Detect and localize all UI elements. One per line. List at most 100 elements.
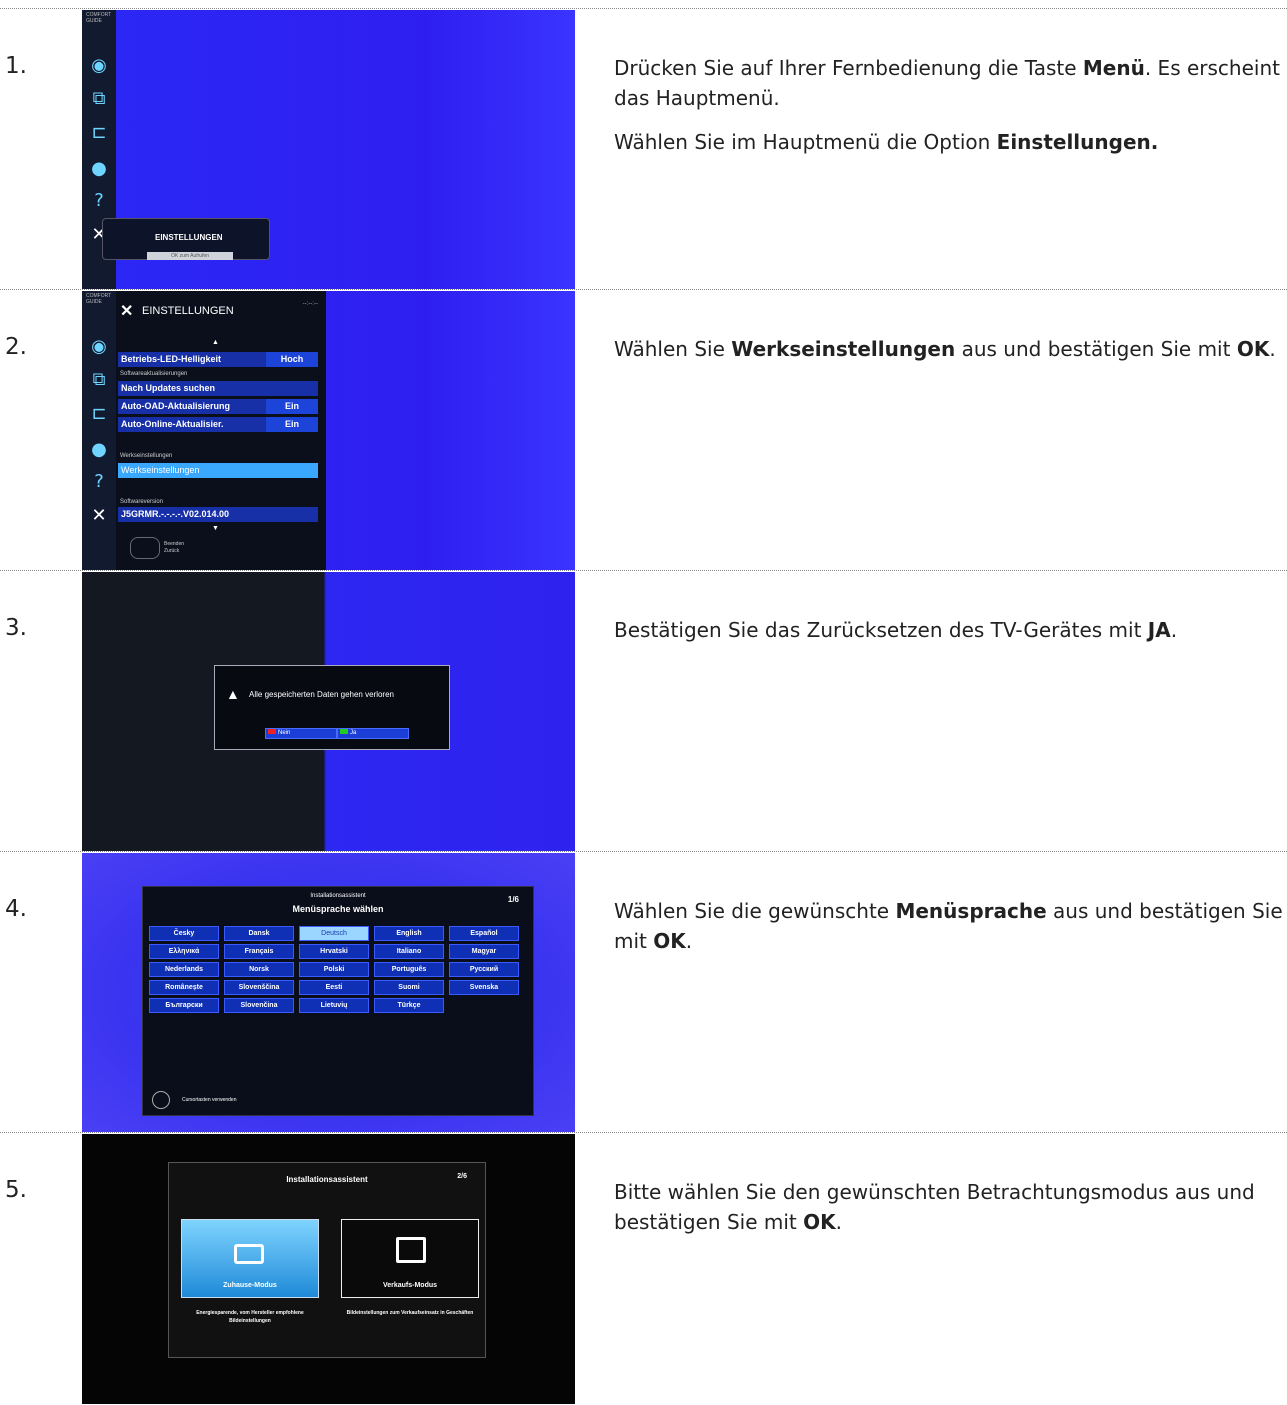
cursor-keys-icon [152,1091,170,1109]
step-1-description: Drücken Sie auf Ihrer Fernbedienung die … [614,53,1284,171]
media-icon: ⧉ [92,88,106,109]
scroll-down-icon: ▼ [212,525,219,532]
dialog-title: Installationsassistent [286,1175,368,1184]
confirm-dialog: ▲ Alle gespeicherten Daten gehen verlore… [214,665,450,750]
scroll-up-icon: ▲ [212,339,219,346]
language-option[interactable]: Español [449,926,519,941]
mode-dialog: Installationsassistent 2/6 Zuhause-Modus… [168,1162,486,1358]
language-option[interactable]: Norsk [224,962,294,977]
popup-hint: OK zum Aufrufen [147,252,233,260]
tools-icon: ✕ [120,303,134,320]
step-2-row: 2. COMFORT GUIDE ◉ ⧉ ⊏ ● ? ✕ ✕ EINSTELLU… [0,289,1287,570]
step-2-para-1: Wählen Sie Werkseinstellungen aus und be… [614,337,1276,361]
dialog-message: Alle gespeicherten Daten gehen verloren [249,690,394,699]
step-5-row: 5. Installationsassistent 2/6 Zuhause-Mo… [0,1132,1287,1405]
shop-mode-card[interactable]: Verkaufs-Modus [341,1219,479,1298]
step-number: 2. [5,334,27,360]
step-5-screenshot: Installationsassistent 2/6 Zuhause-Modus… [82,1134,575,1404]
comfort-guide-logo: COMFORT GUIDE [86,12,112,24]
menu-title: EINSTELLUNGEN [142,305,234,317]
book-icon: ⊏ [91,122,107,143]
step-1-screenshot: COMFORT GUIDE ◉ ⧉ ⊏ ● ? ✕ EINSTELLUNGEN … [82,10,575,289]
language-option[interactable]: Slovenčina [224,998,294,1013]
page-indicator: 2/6 [457,1173,467,1180]
language-option[interactable]: Русский [449,962,519,977]
step-number: 3. [5,615,27,641]
language-option[interactable]: Ελληνικά [149,944,219,959]
page-indicator: 1/6 [507,895,519,904]
media-icon: ⧉ [92,369,106,390]
menu-caption: Werkseinstellungen [120,453,173,459]
menu-row[interactable]: Betriebs-LED-Helligkeit Hoch [118,352,318,367]
step-2-screenshot: COMFORT GUIDE ◉ ⧉ ⊏ ● ? ✕ ✕ EINSTELLUNGE… [82,291,575,570]
step-4-screenshot: Installationsassistent Menüsprache wähle… [82,853,575,1132]
step-3-row: 3. ▲ Alle gespeicherten Daten gehen verl… [0,570,1287,851]
source-icon: ◉ [91,336,107,357]
home-mode-card[interactable]: Zuhause-Modus [181,1219,319,1298]
language-option[interactable]: Eesti [299,980,369,995]
cursor-hint: Cursortasten verwenden [182,1097,237,1103]
language-option[interactable]: Românește [149,980,219,995]
language-option[interactable]: Dansk [224,926,294,941]
step-4-para-1: Wählen Sie die gewünschte Menüsprache au… [614,899,1283,953]
home-icon [234,1244,264,1264]
language-option[interactable]: Česky [149,926,219,941]
warning-icon: ▲ [226,686,240,702]
step-1-row: 1. COMFORT GUIDE ◉ ⧉ ⊏ ● ? ✕ EINSTELLUNG… [0,8,1287,289]
menu-row[interactable]: Auto-OAD-Aktualisierung Ein [118,399,318,414]
language-option[interactable]: Italiano [374,944,444,959]
shop-icon [396,1237,426,1263]
step-4-description: Wählen Sie die gewünschte Menüsprache au… [614,896,1284,970]
menu-row[interactable]: Nach Updates suchen [118,381,318,396]
help-icon: ? [94,471,104,492]
menu-caption: Softwareversion [120,499,164,505]
footer-hints: Beenden Zurück [164,541,185,554]
dialog-title: Menüsprache wählen [292,904,384,914]
menu-caption: Softwareaktualisierungen [120,371,188,377]
tv-sidebar: COMFORT GUIDE ◉ ⧉ ⊏ ● ? ✕ [82,291,116,570]
step-5-para-1: Bitte wählen Sie den gewünschten Betrach… [614,1180,1255,1234]
step-1-para-2: Wählen Sie im Hauptmenü die Option Einst… [614,130,1159,154]
language-option[interactable]: Français [224,944,294,959]
tools-icon: ✕ [91,505,107,526]
language-option[interactable]: Slovenščina [224,980,294,995]
shop-mode-description: Bildeinstellungen zum Verkaufseinsatz in… [346,1310,474,1316]
step-1-para-1: Drücken Sie auf Ihrer Fernbedienung die … [614,56,1280,110]
dialog-subtitle: Installationsassistent [310,893,366,899]
language-option[interactable]: Polski [299,962,369,977]
menu-row-selected[interactable]: Werkseinstellungen [118,463,318,478]
language-option[interactable]: Български [149,998,219,1013]
popup-label: EINSTELLUNGEN [155,233,223,242]
home-mode-description: Energiesparende, vom Hersteller empfohle… [196,1310,304,1324]
language-option[interactable]: Türkçe [374,998,444,1013]
menu-row[interactable]: J5GRMR.-.-.-.-.V02.014.00 [118,507,318,522]
eye-icon: ● [91,158,107,179]
home-mode-label: Zuhause-Modus [223,1282,277,1289]
no-button[interactable]: Nein [265,728,337,739]
step-3-screenshot: ▲ Alle gespeicherten Daten gehen verlore… [82,572,575,851]
step-number: 4. [5,896,27,922]
source-icon: ◉ [91,55,107,76]
step-3-para-1: Bestätigen Sie das Zurücksetzen des TV-G… [614,618,1178,642]
yes-button[interactable]: Ja [337,728,409,739]
comfort-guide-logo: COMFORT GUIDE [86,293,112,305]
language-option[interactable]: Deutsch [299,926,369,941]
step-2-description: Wählen Sie Werkseinstellungen aus und be… [614,334,1284,378]
step-5-description: Bitte wählen Sie den gewünschten Betrach… [614,1177,1284,1251]
step-number: 1. [5,53,27,79]
remote-cursor-icon [130,537,160,559]
language-option[interactable]: Lietuvių [299,998,369,1013]
shop-mode-label: Verkaufs-Modus [382,1282,438,1289]
language-option[interactable]: Hrvatski [299,944,369,959]
red-key-icon [268,729,276,734]
help-icon: ? [94,190,104,211]
language-option[interactable]: Português [374,962,444,977]
language-option[interactable]: Magyar [449,944,519,959]
clock: --:--:-- [302,301,318,307]
language-option[interactable]: Svenska [449,980,519,995]
language-option[interactable]: English [374,926,444,941]
menu-row[interactable]: Auto-Online-Aktualisier. Ein [118,417,318,432]
settings-popup: EINSTELLUNGEN OK zum Aufrufen [102,218,270,260]
language-option[interactable]: Suomi [374,980,444,995]
language-option[interactable]: Nederlands [149,962,219,977]
